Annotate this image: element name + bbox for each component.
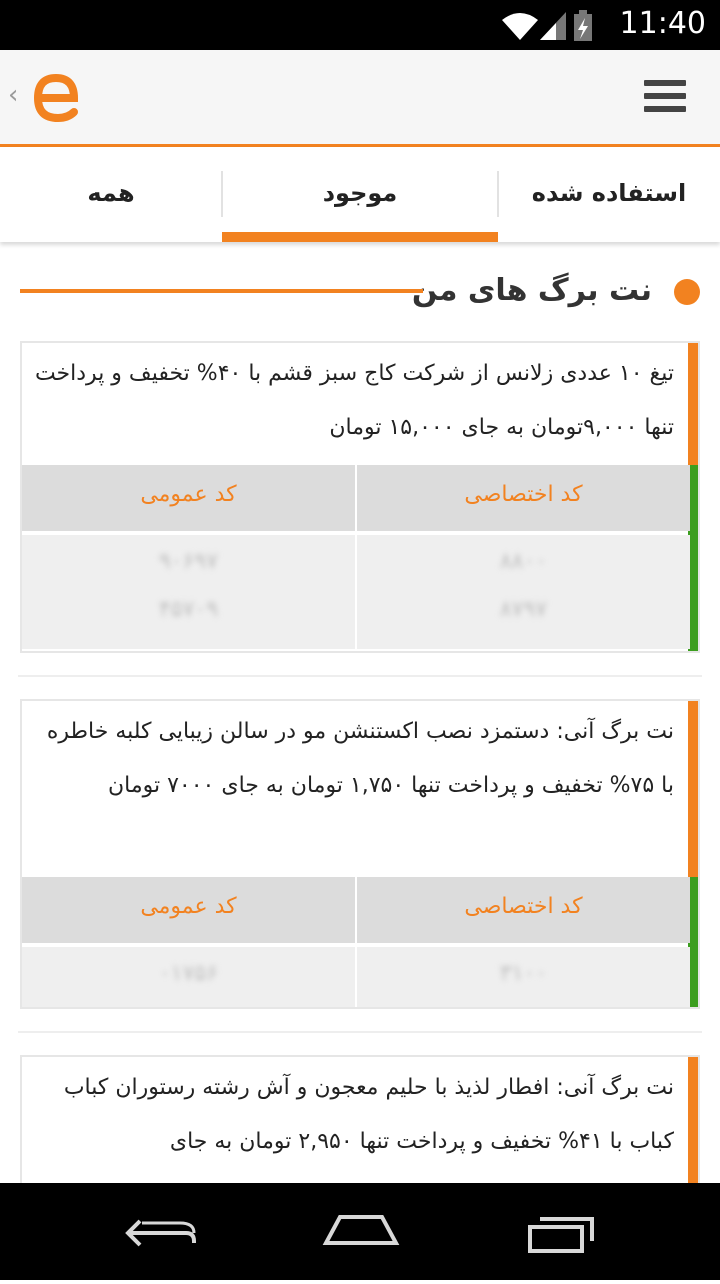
public-code-header: کد عمومی (22, 877, 355, 943)
public-code: ۹۰۶۹۷ (158, 549, 219, 574)
menu-icon[interactable] (644, 80, 686, 114)
card-separator (18, 675, 702, 677)
tab-all[interactable]: همه (0, 147, 222, 242)
public-code: ۰۱۷۵۶ (158, 961, 219, 986)
coupon-description: نت برگ آنی: دستمزد نصب اکستنشن مو در سال… (22, 701, 690, 873)
coupon-description: تیغ ۱۰ عددی زلانس از شرکت کاج سبز قشم با… (22, 343, 690, 463)
tab-bar: همه موجود استفاده شده (0, 147, 720, 242)
navigation-bar (0, 1183, 720, 1280)
card-stripe-orange (688, 701, 698, 877)
app-bar: ‹ (0, 50, 720, 147)
status-bar: 11:40 (0, 0, 720, 50)
coupon-card[interactable]: نت برگ آنی: افطار لذیذ با حلیم معجون و آ… (20, 1055, 700, 1183)
coupon-card[interactable]: تیغ ۱۰ عددی زلانس از شرکت کاج سبز قشم با… (20, 341, 700, 653)
card-stripe-orange (688, 1057, 698, 1183)
back-chevron-icon[interactable]: ‹ (8, 80, 18, 110)
card-separator (18, 1031, 702, 1033)
coupon-description: نت برگ آنی: افطار لذیذ با حلیم معجون و آ… (22, 1057, 690, 1183)
tab-used[interactable]: استفاده شده (498, 147, 720, 242)
public-code-header: کد عمومی (22, 465, 355, 531)
private-codes-cell: ۳۱۰۰ (357, 947, 690, 1007)
coupon-list[interactable]: نت برگ های من تیغ ۱۰ عددی زلانس از شرکت … (0, 245, 720, 1183)
app-logo[interactable] (30, 68, 82, 124)
private-code: ۸۸۰۰ (499, 549, 548, 574)
nav-buttons (125, 1215, 594, 1253)
wifi-icon (502, 13, 538, 40)
clock: 11:40 (619, 6, 706, 41)
public-code: ۴۵۷۰۹ (158, 597, 219, 622)
tab-available[interactable]: موجود (222, 147, 498, 242)
private-code-header: کد اختصاصی (357, 465, 690, 531)
public-codes-cell: ۹۰۶۹۷ ۴۵۷۰۹ (22, 535, 355, 649)
coupon-card[interactable]: نت برگ آنی: دستمزد نصب اکستنشن مو در سال… (20, 699, 700, 1009)
private-code-header: کد اختصاصی (357, 877, 690, 943)
public-codes-cell: ۰۱۷۵۶ (22, 947, 355, 1007)
private-code: ۳۱۰۰ (499, 961, 548, 986)
status-icons (502, 10, 592, 41)
back-nav-icon[interactable] (125, 1219, 196, 1247)
home-nav-icon[interactable] (322, 1215, 400, 1245)
section-bullet-icon (674, 279, 700, 305)
section-title: نت برگ های من (411, 273, 652, 308)
recents-nav-icon[interactable] (528, 1217, 594, 1253)
battery-icon (574, 10, 592, 41)
signal-icon (540, 12, 566, 40)
private-code: ۸۷۹۷ (499, 597, 548, 622)
section-underline (20, 289, 423, 293)
card-stripe-orange (688, 343, 698, 465)
active-tab-indicator (222, 232, 498, 242)
private-codes-cell: ۸۸۰۰ ۸۷۹۷ (357, 535, 690, 649)
